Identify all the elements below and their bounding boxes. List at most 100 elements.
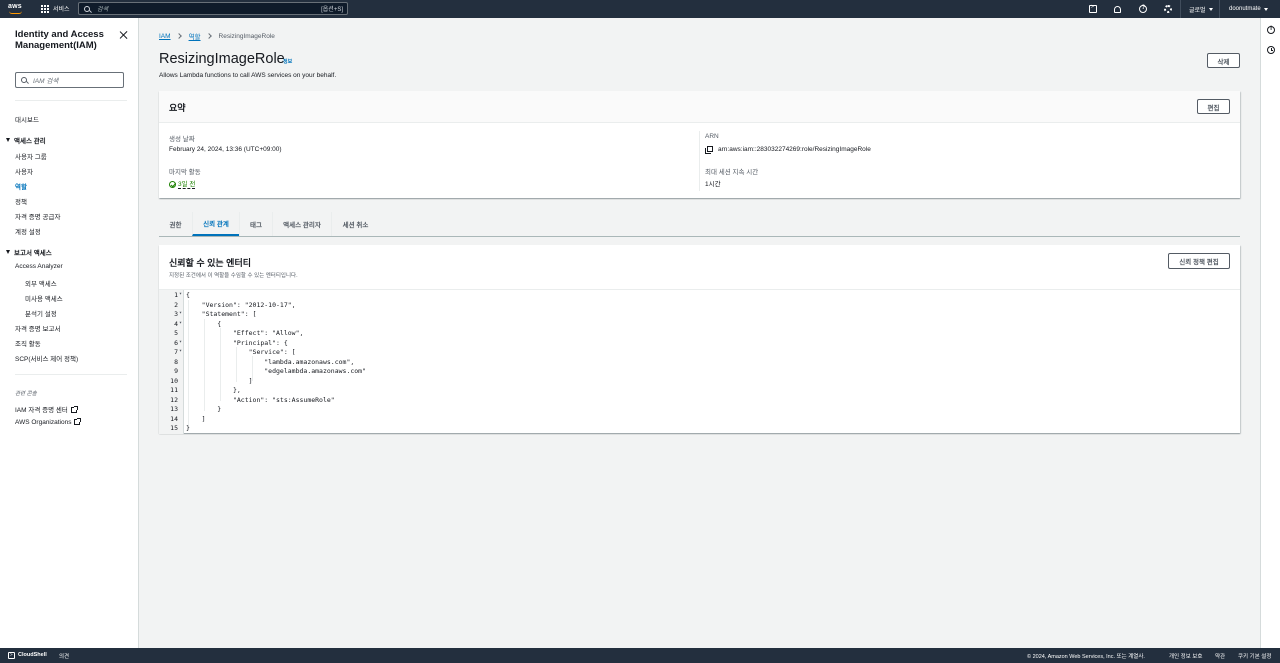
sidebar-item-identity-providers[interactable]: 자격 증명 공급자 (15, 211, 60, 221)
aws-logo[interactable]: aws (8, 2, 24, 16)
line-number: 8 (174, 357, 178, 366)
sidebar-item-account-settings[interactable]: 계정 설정 (15, 226, 41, 236)
summary-card-header: 요약 편집 (159, 91, 1240, 123)
services-menu-button[interactable]: 서비스 (41, 4, 70, 13)
sidebar-search-input[interactable]: IAM 검색 (15, 72, 124, 88)
line-number: 10 (170, 376, 178, 385)
tab-permissions[interactable]: 권한 (159, 212, 192, 236)
info-icon[interactable] (1267, 26, 1275, 34)
breadcrumb-roles[interactable]: 역할 (189, 31, 201, 41)
top-navigation: aws 서비스 검색 [옵션+S] 글로벌 doonutmate (0, 0, 1280, 18)
sidebar-divider (15, 374, 127, 375)
footer-feedback-link[interactable]: 의견 (59, 652, 69, 660)
code-line: { (186, 291, 190, 299)
external-link-icon (74, 418, 82, 425)
trust-policy-code-viewer[interactable]: 1 ▾{2 "Version": "2012-10-17", 3 ▾ "Stateme… (159, 289, 1240, 434)
trusted-entities-title: 신뢰할 수 있는 엔터티 (169, 258, 252, 268)
code-line: "Service": [ (186, 348, 296, 356)
notifications-button[interactable] (1114, 0, 1121, 18)
code-line: "Statement": [ (186, 310, 257, 318)
line-number: 6 (174, 338, 178, 347)
last-activity-label: 마지막 활동 (169, 169, 201, 176)
summary-title: 요약 (169, 103, 186, 113)
help-button[interactable] (1139, 0, 1147, 18)
sidebar-item-access-analyzer[interactable]: Access Analyzer (15, 263, 63, 270)
page-description: Allows Lambda functions to call AWS serv… (159, 72, 337, 79)
line-number: 2 (174, 300, 178, 309)
tab-tags[interactable]: 태그 (239, 212, 272, 236)
sidebar-item-organizations[interactable]: AWS Organizations (15, 418, 82, 426)
sidebar-title[interactable]: Identity and Access Management(IAM) (15, 29, 104, 51)
tab-revoke-sessions[interactable]: 세션 취소 (331, 212, 379, 236)
last-activity-value: 3일 전 (169, 178, 196, 189)
edit-trust-policy-button[interactable]: 신뢰 정책 편집 (1168, 253, 1230, 269)
close-icon[interactable] (120, 31, 128, 39)
fold-toggle-icon[interactable]: ▾ (179, 310, 182, 316)
nav-divider (1180, 0, 1181, 18)
sidebar-item-external-access[interactable]: 외부 액세스 (25, 278, 57, 288)
sidebar-item-organization-activity[interactable]: 조직 활동 (15, 338, 41, 348)
copy-icon[interactable] (705, 146, 713, 154)
code-line: } (186, 424, 190, 432)
account-menu[interactable]: doonutmate (1229, 0, 1268, 18)
code-line: "edgelambda.amazonaws.com" (186, 367, 367, 375)
sidebar-item-unused-access[interactable]: 미사용 액세스 (25, 293, 63, 303)
delete-button[interactable]: 삭제 (1207, 53, 1240, 68)
sidebar-item-credential-report[interactable]: 자격 증명 보고서 (15, 323, 60, 333)
fold-toggle-icon[interactable]: ▾ (179, 348, 182, 354)
code-line: } (186, 405, 222, 413)
footer-cookies-link[interactable]: 쿠키 기본 설정 (1238, 652, 1271, 660)
sidebar-item-scp[interactable]: SCP(서비스 제어 정책) (15, 353, 78, 363)
info-link[interactable]: 정보 (283, 58, 292, 65)
global-search-input[interactable]: 검색 [옵션+S] (78, 2, 348, 15)
tab-trust-relationships[interactable]: 신뢰 관계 (192, 212, 239, 236)
search-icon (21, 77, 27, 83)
created-date-value: February 24, 2024, 13:36 (UTC+09:00) (169, 146, 282, 153)
fold-toggle-icon[interactable]: ▾ (179, 320, 182, 326)
fold-toggle-icon[interactable]: ▾ (179, 339, 182, 345)
code-line: "lambda.amazonaws.com", (186, 357, 355, 366)
code-line: ] (186, 376, 253, 385)
sidebar-item-users[interactable]: 사용자 (15, 166, 33, 176)
breadcrumb-current: ResizingImageRole (218, 32, 275, 40)
sidebar-item-user-groups[interactable]: 사용자 그룹 (15, 151, 47, 161)
caret-down-icon (6, 138, 10, 142)
line-number: 4 (174, 319, 178, 328)
sidebar-section-access-reports[interactable]: 보고서 액세스 (6, 247, 52, 257)
arn-label: ARN (705, 133, 719, 140)
sidebar-item-identity-center[interactable]: IAM 자격 증명 센터 (15, 404, 78, 414)
history-icon[interactable] (1267, 46, 1275, 54)
breadcrumb-iam[interactable]: IAM (159, 33, 171, 40)
sidebar-item-policies[interactable]: 정책 (15, 196, 27, 206)
settings-button[interactable] (1164, 0, 1172, 18)
cloudshell-button[interactable] (1089, 0, 1097, 18)
footer-privacy-link[interactable]: 개인 정보 보호 (1169, 652, 1202, 660)
cloudshell-icon (8, 652, 15, 659)
footer-cloudshell-link[interactable]: CloudShell (18, 652, 47, 658)
code-line: ] (186, 414, 206, 423)
sidebar-item-dashboard[interactable]: 대시보드 (15, 114, 39, 124)
fold-toggle-icon[interactable]: ▾ (179, 291, 182, 297)
sidebar-section-access-management[interactable]: 액세스 관리 (6, 135, 46, 145)
sidebar-item-roles[interactable]: 역할 (15, 181, 27, 191)
max-session-label: 최대 세션 지속 시간 (705, 169, 759, 176)
line-number: 5 (174, 329, 178, 337)
gear-icon (1164, 5, 1172, 13)
caret-down-icon (1208, 7, 1213, 11)
edit-summary-button[interactable]: 편집 (1197, 99, 1230, 114)
tools-rail (1260, 18, 1280, 648)
arn-value: arn:aws:iam::283032274269:role/ResizingI… (705, 146, 871, 154)
caret-down-icon (6, 250, 10, 254)
region-selector[interactable]: 글로벌 (1189, 0, 1213, 18)
line-number: 1 (174, 291, 178, 299)
check-circle-icon (169, 180, 176, 188)
line-number: 9 (174, 367, 178, 375)
footer-terms-link[interactable]: 약관 (1215, 652, 1225, 660)
breadcrumb: IAM 역할 ResizingImageRole (159, 31, 275, 42)
line-number: 14 (170, 414, 178, 423)
tab-access-advisor[interactable]: 액세스 관리자 (272, 212, 331, 236)
sidebar-item-analyzer-settings[interactable]: 분석기 설정 (25, 308, 57, 318)
code-line: }, (186, 386, 241, 394)
footer-copyright: © 2024, Amazon Web Services, Inc. 또는 계열사… (1027, 654, 1145, 660)
summary-divider (699, 131, 700, 191)
